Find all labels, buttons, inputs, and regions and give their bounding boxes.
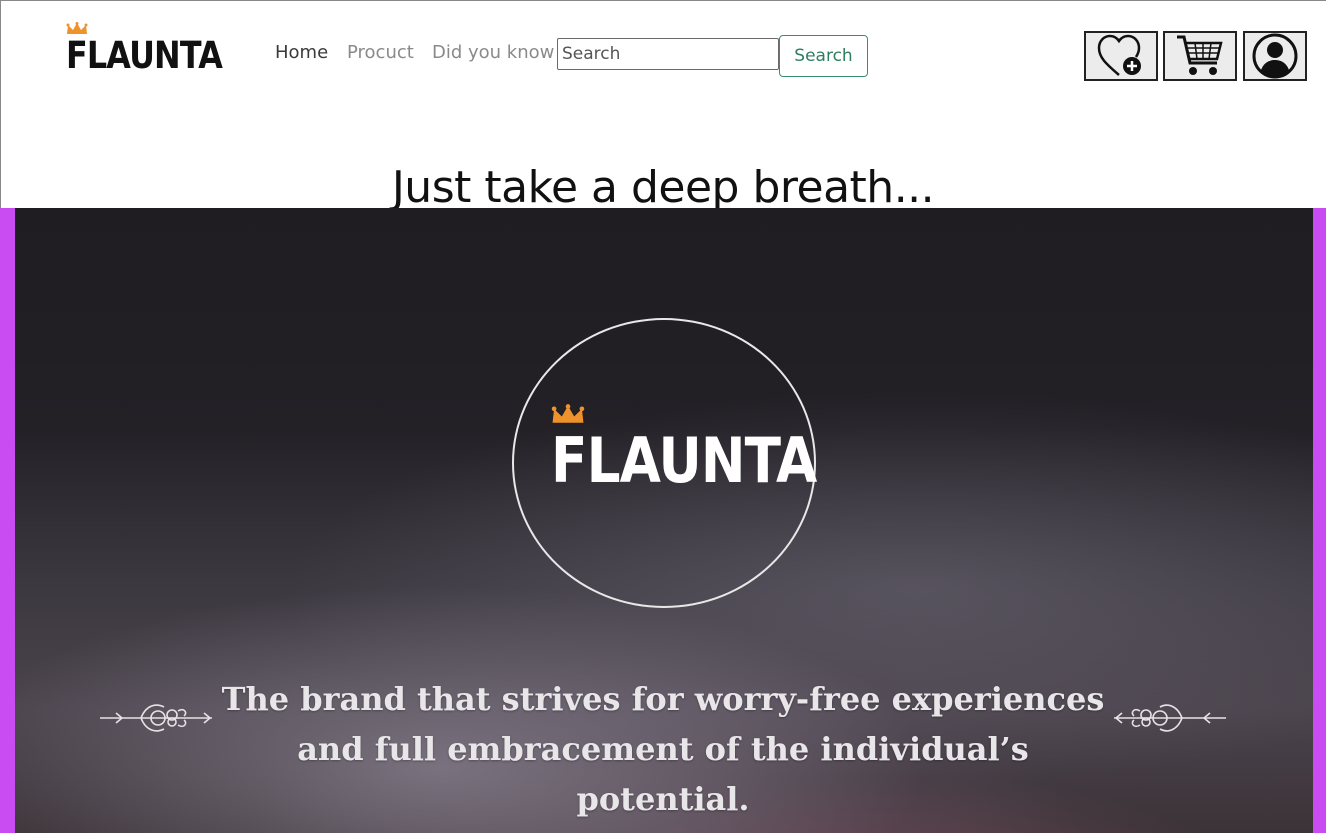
hero-logo: FLAUNTA	[551, 404, 817, 499]
page-border-top	[0, 0, 1326, 1]
nav-did-you-know[interactable]: Did you know	[432, 42, 554, 63]
account-button[interactable]	[1243, 31, 1307, 81]
brand-logo[interactable]: FLAUNTA	[66, 22, 223, 80]
mission-statement: The brand that strives for worry-free ex…	[215, 674, 1111, 824]
search-button[interactable]: Search	[779, 35, 868, 77]
crown-icon	[551, 404, 585, 423]
heart-plus-icon	[1097, 34, 1141, 76]
mission-line-1: The brand that strives for worry-free ex…	[221, 680, 1105, 718]
page-tagline: Just take a deep breath...	[391, 162, 935, 214]
cart-button[interactable]	[1163, 31, 1237, 81]
user-account-icon	[1252, 33, 1298, 79]
brand-name: FLAUNTA	[66, 34, 223, 77]
shopping-cart-icon	[1177, 35, 1223, 75]
hero-brand-name: FLAUNTA	[551, 424, 817, 497]
wishlist-button[interactable]	[1084, 31, 1158, 81]
ornament-right-icon	[1114, 704, 1226, 732]
search-input[interactable]	[557, 38, 779, 70]
nav-product[interactable]: Procuct	[347, 42, 414, 63]
hero-banner: FLAUNTA The brand that strives for worry…	[0, 208, 1326, 833]
nav-home[interactable]: Home	[275, 42, 328, 63]
ornament-left-icon	[100, 704, 212, 732]
mission-line-2: and full embracement of the individual’s…	[297, 730, 1029, 818]
